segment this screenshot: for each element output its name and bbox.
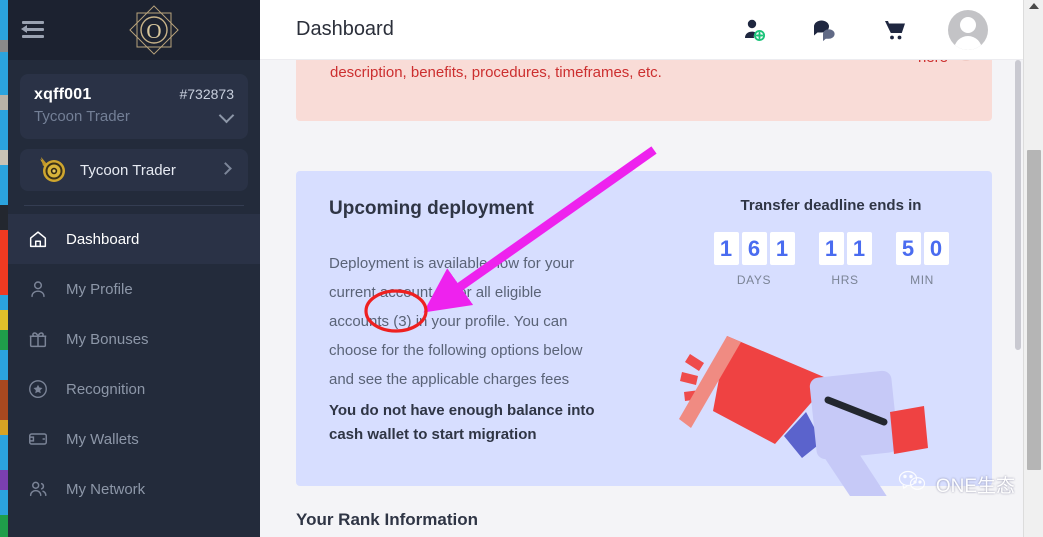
browser-vertical-scrollbar[interactable] xyxy=(1023,0,1043,537)
chevron-right-icon[interactable] xyxy=(219,162,232,175)
account-id: #732873 xyxy=(179,86,234,102)
account-rank: Tycoon Trader xyxy=(34,108,130,125)
svg-text:O: O xyxy=(146,19,161,43)
countdown-digit: 1 xyxy=(769,232,795,265)
deployment-warning: You do not have enough balance into cash… xyxy=(329,402,595,443)
countdown-unit-label: DAYS xyxy=(736,273,772,287)
countdown-timer: Transfer deadline ends in 1 6 1 DAYS 1 1… xyxy=(696,197,966,287)
close-icon[interactable] xyxy=(958,60,974,61)
info-alert-banner: description, benefits, procedures, timef… xyxy=(296,60,992,121)
wechat-icon xyxy=(898,469,928,499)
home-icon xyxy=(26,227,50,251)
countdown-digit: 1 xyxy=(713,232,739,265)
header-icon-group xyxy=(738,10,988,50)
inner-scrollbar-thumb[interactable] xyxy=(1015,60,1021,350)
sidebar-item-label: My Network xyxy=(66,480,146,498)
sidebar-item-my-bonuses[interactable]: My Bonuses xyxy=(8,314,260,364)
gift-icon xyxy=(26,327,50,351)
page-title: Dashboard xyxy=(296,18,394,40)
rank-badge-item[interactable]: Tycoon Trader xyxy=(20,149,248,191)
countdown-group-hrs: 1 1 HRS xyxy=(818,232,872,287)
scroll-up-arrow-icon[interactable] xyxy=(1029,3,1039,9)
account-card[interactable]: xqff001 #732873 Tycoon Trader xyxy=(20,74,248,139)
sidebar-divider xyxy=(24,205,244,206)
sidebar-item-label: My Bonuses xyxy=(66,330,149,348)
countdown-group-min: 5 0 MIN xyxy=(895,232,949,287)
browser-scroll-thumb[interactable] xyxy=(1027,150,1041,470)
sidebar-item-my-network[interactable]: My Network xyxy=(8,464,260,514)
main-content: description, benefits, procedures, timef… xyxy=(260,60,1023,537)
countdown-unit-label: HRS xyxy=(831,273,859,287)
sidebar-item-label: My Profile xyxy=(66,280,133,298)
watermark-text: ONE生态 xyxy=(935,475,1015,497)
sidebar: O xqff001 #732873 Tycoon Trader Tycoon T… xyxy=(0,0,260,537)
page-header: Dashboard xyxy=(260,0,1023,60)
collapse-menu-icon[interactable] xyxy=(20,18,48,42)
sidebar-item-label: My Wallets xyxy=(66,430,139,448)
countdown-digit: 1 xyxy=(818,232,844,265)
countdown-group-days: 1 6 1 DAYS xyxy=(713,232,795,287)
gold-medal-icon xyxy=(38,155,68,185)
chat-bubbles-icon[interactable] xyxy=(808,13,842,47)
rank-information-heading: Your Rank Information xyxy=(296,510,478,529)
deployment-body: Deployment is available now for your cur… xyxy=(329,255,583,388)
rank-badge-label: Tycoon Trader xyxy=(80,161,176,179)
sidebar-item-label: Dashboard xyxy=(66,230,140,248)
sidebar-nav: Dashboard My Profile My Bonuses Recognit… xyxy=(0,214,260,514)
countdown-title: Transfer deadline ends in xyxy=(740,197,922,214)
star-badge-icon xyxy=(26,377,50,401)
avatar[interactable] xyxy=(948,10,988,50)
users-icon xyxy=(26,477,50,501)
deployment-title: Upcoming deployment xyxy=(329,198,534,219)
wallet-icon xyxy=(26,427,50,451)
add-person-icon[interactable] xyxy=(738,13,772,47)
app-window: O xqff001 #732873 Tycoon Trader Tycoon T… xyxy=(0,0,1043,537)
countdown-digit: 1 xyxy=(846,232,872,265)
sidebar-header: O xyxy=(8,0,260,60)
sidebar-item-my-profile[interactable]: My Profile xyxy=(8,264,260,314)
user-icon xyxy=(26,277,50,301)
alert-text: description, benefits, procedures, timef… xyxy=(330,64,662,81)
sidebar-item-label: Recognition xyxy=(66,380,146,398)
adjacent-window-strip xyxy=(0,0,8,537)
alert-here-link[interactable]: here xyxy=(918,60,948,66)
countdown-unit-label: MIN xyxy=(910,273,934,287)
upcoming-deployment-card: Upcoming deployment Deployment is availa… xyxy=(296,171,992,508)
sidebar-item-recognition[interactable]: Recognition xyxy=(8,364,260,414)
watermark: ONE生态 xyxy=(898,469,1015,499)
countdown-digit: 0 xyxy=(923,232,949,265)
octagram-o-logo-icon[interactable]: O xyxy=(128,4,180,56)
sidebar-item-my-wallets[interactable]: My Wallets xyxy=(8,414,260,464)
countdown-digit: 5 xyxy=(895,232,921,265)
countdown-digit: 6 xyxy=(741,232,767,265)
sidebar-item-dashboard[interactable]: Dashboard xyxy=(0,214,260,264)
shopping-cart-icon[interactable] xyxy=(878,13,912,47)
